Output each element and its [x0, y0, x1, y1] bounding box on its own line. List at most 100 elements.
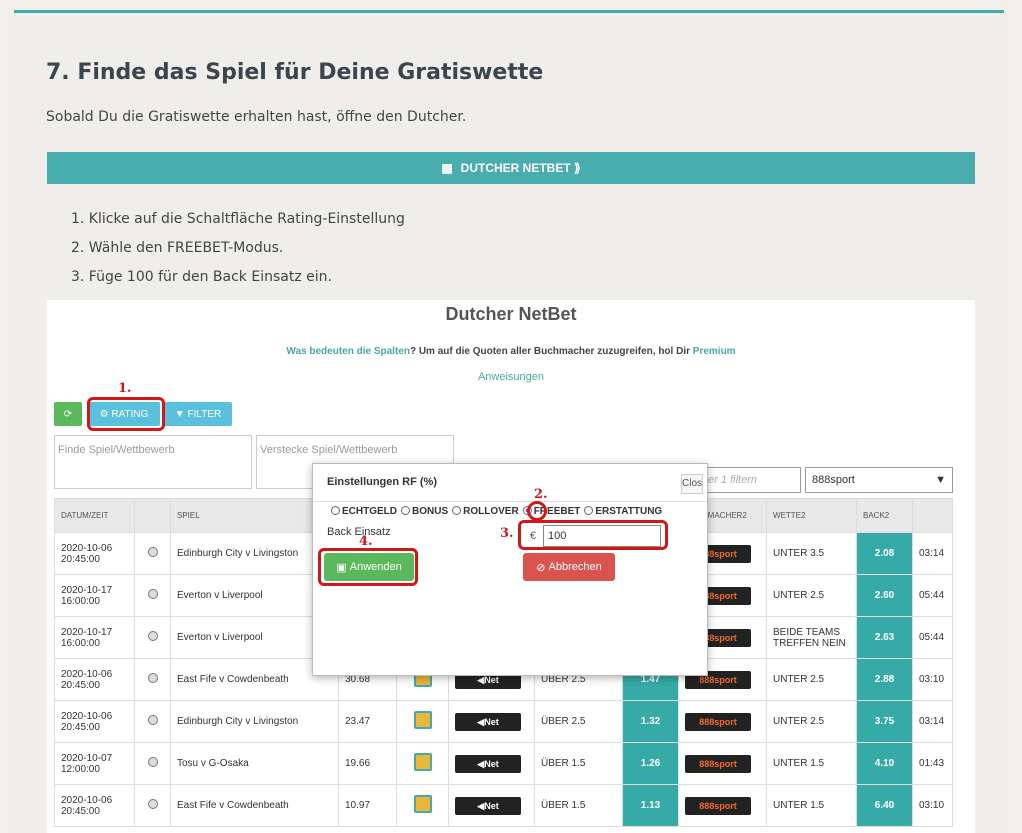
back2-cell: 3.75 — [856, 700, 913, 743]
step-item: 1. Klicke auf die Schaltfläche Rating-Ei… — [71, 211, 405, 227]
back2-cell: 2.08 — [856, 532, 913, 575]
sport-cell — [134, 700, 171, 743]
cancel-label: Abbrechen — [548, 561, 602, 573]
back2-cell: 2.88 — [856, 658, 913, 701]
radio-echtgeld[interactable]: ECHTGELD — [331, 506, 397, 517]
annotation-4: 4. — [359, 534, 373, 549]
sport-cell — [134, 616, 171, 659]
clock-cell: 05:44 — [912, 574, 953, 617]
calculator-icon — [413, 753, 432, 771]
date-cell: 2020-10-06 20:45:00 — [54, 532, 135, 575]
bet1-cell: ÜBER 2.5 — [534, 700, 623, 743]
filter-label: FILTER — [187, 408, 222, 420]
columns-help-link[interactable]: Was bedeuten die Spalten — [286, 346, 410, 357]
bet2-cell: UNTER 3.5 — [766, 532, 857, 575]
bookmaker2-cell[interactable]: 888sport — [678, 742, 767, 785]
calc-cell[interactable] — [396, 784, 449, 827]
bookmaker2-cell[interactable]: 888sport — [678, 784, 767, 827]
sport-cell — [134, 658, 171, 701]
bar-label: DUTCHER NETBET ⟫ — [460, 161, 581, 175]
filter-button[interactable]: ▼ FILTER — [164, 402, 232, 426]
bet2-cell: UNTER 1.5 — [766, 742, 857, 785]
annotation-1: 1. — [118, 381, 132, 396]
col-back2[interactable]: BACK2 — [856, 498, 913, 533]
bookmaker1-cell[interactable]: ◀Net — [448, 742, 535, 785]
sport-cell — [134, 742, 171, 785]
game-cell: Tosu v G-Osaka — [170, 742, 339, 785]
bet1-cell: ÜBER 1.5 — [534, 742, 623, 785]
back2-cell: 2.60 — [856, 574, 913, 617]
clock-cell: 01:43 — [912, 742, 953, 785]
step-item: 2. Wähle den FREEBET-Modus. — [71, 240, 284, 256]
radio-erstattung[interactable]: ERSTATTUNG — [584, 506, 662, 517]
888sport-logo: 888sport — [685, 712, 751, 731]
bookmaker1-cell[interactable]: ◀Net — [448, 784, 535, 827]
table-row[interactable]: 2020-10-06 20:45:00 Edinburgh City v Livin… — [54, 700, 953, 743]
section-heading: 7. Finde das Spiel für Deine Gratiswette — [46, 60, 544, 85]
info-text: ? Um auf die Quoten aller Buchmacher zuz… — [409, 346, 693, 357]
soccer-ball-icon — [147, 715, 158, 725]
clock-cell: 05:44 — [912, 616, 953, 659]
chevron-down-icon: ▼ — [935, 474, 946, 486]
col-sport[interactable] — [134, 498, 171, 533]
search-game-input[interactable]: Finde Spiel/Wettbewerb — [54, 435, 252, 489]
back1-cell: 1.32 — [622, 700, 679, 743]
soccer-ball-icon — [147, 673, 158, 683]
clock-cell: 03:14 — [912, 532, 953, 575]
bookmaker-value: 888sport — [812, 474, 855, 486]
bookmaker2-cell[interactable]: 888sport — [678, 700, 767, 743]
clock-cell: 03:14 — [912, 700, 953, 743]
instructions-link[interactable]: Anweisungen — [47, 371, 975, 383]
bet2-cell: UNTER 2.5 — [766, 658, 857, 701]
info-line: Was bedeuten die Spalten? Um auf die Quo… — [47, 346, 975, 357]
table-row[interactable]: 2020-10-06 20:45:00 East Fife v Cowdenbeat… — [54, 784, 953, 827]
back2-cell: 2.63 — [856, 616, 913, 659]
date-cell: 2020-10-06 20:45:00 — [54, 784, 135, 827]
back1-cell: 1.26 — [622, 742, 679, 785]
back2-cell: 4.10 — [856, 742, 913, 785]
col-bet2[interactable]: WETTE2 — [766, 498, 857, 533]
bet2-cell: UNTER 2.5 — [766, 700, 857, 743]
col-time[interactable] — [912, 498, 953, 533]
calc-cell[interactable] — [396, 700, 449, 743]
netbet-logo: ◀Net — [455, 754, 521, 773]
mode-radio-group: ECHTGELD BONUS ROLLOVER FREEBET ERSTATTU… — [331, 506, 662, 517]
clock-cell: 03:10 — [912, 658, 953, 701]
table-row[interactable]: 2020-10-07 12:00:00 Tosu v G-Osaka 19.66 ◀Ne… — [54, 742, 953, 785]
col-date[interactable]: DATUM/ZEIT — [54, 498, 135, 533]
modal-title: Einstellungen RF (%) — [313, 464, 707, 502]
refresh-button[interactable]: ⟳ — [54, 402, 82, 426]
sport-cell — [134, 574, 171, 617]
clock-cell: 03:10 — [912, 784, 953, 827]
radio-rollover[interactable]: ROLLOVER — [452, 506, 519, 517]
bet2-cell: UNTER 2.5 — [766, 574, 857, 617]
bookmaker1-cell[interactable]: ◀Net — [448, 700, 535, 743]
sport-cell — [134, 784, 171, 827]
bet2-cell: BEIDE TEAMS TREFFEN NEIN — [766, 616, 857, 659]
date-cell: 2020-10-07 12:00:00 — [54, 742, 135, 785]
modal-close-button[interactable]: Close — [681, 474, 703, 494]
calculator-icon: ▦ — [441, 161, 453, 175]
game-cell: East Fife v Cowdenbeath — [170, 784, 339, 827]
intro-text: Sobald Du die Gratiswette erhalten hast,… — [46, 109, 467, 125]
888sport-logo: 888sport — [685, 796, 751, 815]
back2-cell: 6.40 — [856, 784, 913, 827]
sport-cell — [134, 532, 171, 575]
cancel-button[interactable]: ⊘ Abbrechen — [523, 553, 615, 581]
bookmaker-select[interactable]: 888sport ▼ — [805, 467, 953, 493]
bet2-cell: UNTER 1.5 — [766, 784, 857, 827]
calc-cell[interactable] — [396, 742, 449, 785]
dutcher-netbet-link-bar[interactable]: ▦ DUTCHER NETBET ⟫ — [47, 152, 975, 184]
radio-bonus[interactable]: BONUS — [401, 506, 448, 517]
annotation-ring-1 — [87, 397, 165, 431]
soccer-ball-icon — [147, 757, 158, 767]
netbet-logo: ◀Net — [455, 796, 521, 815]
dutcher-title: Dutcher NetBet — [445, 304, 577, 324]
rating-cell: 10.97 — [338, 784, 397, 827]
soccer-ball-icon — [147, 631, 158, 641]
date-cell: 2020-10-06 20:45:00 — [54, 700, 135, 743]
888sport-logo: 888sport — [685, 754, 751, 773]
premium-link[interactable]: Premium — [693, 346, 736, 357]
calculator-icon — [413, 711, 432, 729]
soccer-ball-icon — [147, 589, 158, 599]
